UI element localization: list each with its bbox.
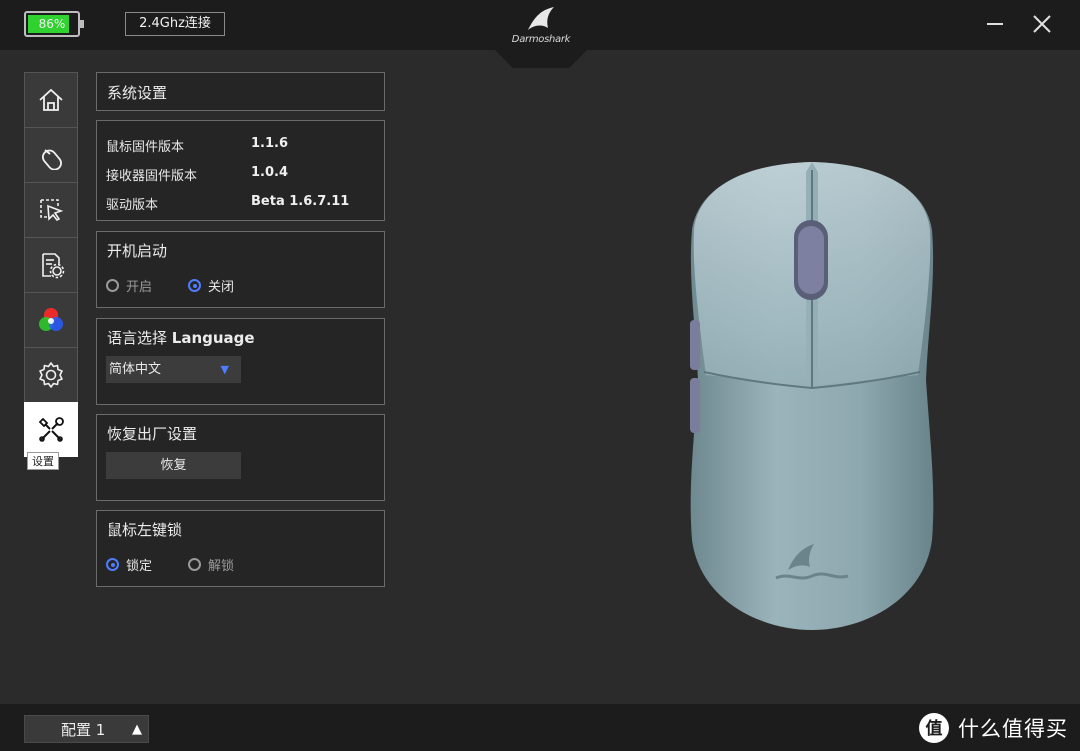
triangle-up-icon: ▲: [132, 722, 142, 737]
gear-icon: [39, 362, 63, 388]
watermark-text: 什么值得买: [958, 717, 1068, 741]
close-button[interactable]: [1030, 12, 1054, 36]
sidebar-item-lighting[interactable]: [24, 292, 78, 347]
sidebar-nav: [24, 72, 78, 457]
radio-dot: [106, 279, 119, 292]
startup-on-radio[interactable]: 开启: [106, 276, 152, 295]
language-panel: 语言选择 Language 简体中文 ▼: [96, 318, 385, 405]
language-select[interactable]: 简体中文 ▼: [106, 356, 241, 383]
sidebar-item-mouse[interactable]: [24, 127, 78, 182]
shark-fin-icon: [528, 7, 554, 30]
minimize-button[interactable]: [983, 12, 1007, 36]
brand-name: Darmoshark: [511, 34, 571, 45]
factory-reset-panel: 恢复出厂设置 恢复: [96, 414, 385, 501]
receiver-firmware-label: 接收器固件版本: [106, 169, 198, 184]
sidebar-tooltip: 设置: [27, 452, 59, 470]
cursor-click-icon: [40, 199, 64, 222]
startup-on-label: 开启: [126, 280, 153, 295]
language-title: 语言选择 Language: [107, 327, 255, 348]
driver-version-label: 驱动版本: [106, 198, 159, 213]
language-title-en: Language: [171, 329, 255, 347]
mouse-illustration: [690, 162, 934, 630]
profile-selector[interactable]: 配置 1 ▲: [24, 715, 149, 743]
sidebar-item-cursor[interactable]: [24, 182, 78, 237]
battery-percent: 86%: [38, 17, 66, 31]
sidebar-item-macro[interactable]: [24, 237, 78, 292]
startup-title: 开机启动: [107, 242, 168, 260]
dropdown-arrow-icon: ▼: [220, 363, 229, 376]
language-selected-value: 简体中文: [109, 362, 162, 377]
minimize-icon: [987, 23, 1003, 25]
mouse-firmware-value: 1.1.6: [251, 136, 289, 151]
connection-status: 2.4Ghz连接: [125, 12, 225, 36]
system-settings-header: 系统设置: [96, 72, 385, 111]
left-button-lock-title: 鼠标左键锁: [107, 521, 183, 539]
restore-button[interactable]: 恢复: [106, 452, 241, 479]
battery-indicator: 86%: [24, 11, 84, 37]
battery-tip: [80, 20, 84, 28]
mouse-firmware-label: 鼠标固件版本: [106, 140, 185, 155]
startup-off-label: 关闭: [208, 280, 235, 295]
tools-icon: [38, 416, 64, 442]
unlock-radio[interactable]: 解锁: [188, 555, 234, 574]
startup-panel: 开机启动 开启 关闭: [96, 231, 385, 308]
brand-logo: Darmoshark: [494, 0, 588, 68]
radio-dot: [188, 279, 201, 292]
sidebar-item-system[interactable]: [24, 402, 78, 457]
sidebar-item-home[interactable]: [24, 72, 78, 127]
mouse-icon: [42, 149, 62, 170]
smzdm-logo-icon: 值: [919, 713, 949, 743]
language-title-cn: 语言选择: [107, 329, 172, 347]
rgb-circles-icon: [39, 308, 63, 331]
version-info-panel: 鼠标固件版本 1.1.6 接收器固件版本 1.0.4 驱动版本 Beta 1.6…: [96, 120, 385, 221]
startup-off-radio[interactable]: 关闭: [188, 276, 234, 295]
home-icon: [39, 88, 63, 111]
svg-text:值: 值: [926, 718, 943, 739]
bottom-bar: 配置 1 ▲ 值 什么值得买: [0, 704, 1080, 751]
factory-reset-title: 恢复出厂设置: [107, 425, 198, 443]
lock-label: 锁定: [126, 559, 153, 574]
driver-version-value: Beta 1.6.7.11: [251, 194, 350, 209]
left-button-lock-panel: 鼠标左键锁 锁定 解锁: [96, 510, 385, 587]
macro-settings-icon: [42, 253, 65, 279]
lock-radio[interactable]: 锁定: [106, 555, 152, 574]
receiver-firmware-value: 1.0.4: [251, 165, 289, 180]
profile-label: 配置 1: [61, 721, 106, 739]
watermark: 值 什么值得买: [918, 709, 1068, 747]
mouse-preview-image: [680, 150, 945, 640]
radio-dot: [106, 558, 119, 571]
close-icon: [1033, 15, 1051, 33]
sidebar-item-settings[interactable]: [24, 347, 78, 402]
page-title: 系统设置: [107, 84, 168, 102]
unlock-label: 解锁: [208, 559, 235, 574]
radio-dot: [188, 558, 201, 571]
